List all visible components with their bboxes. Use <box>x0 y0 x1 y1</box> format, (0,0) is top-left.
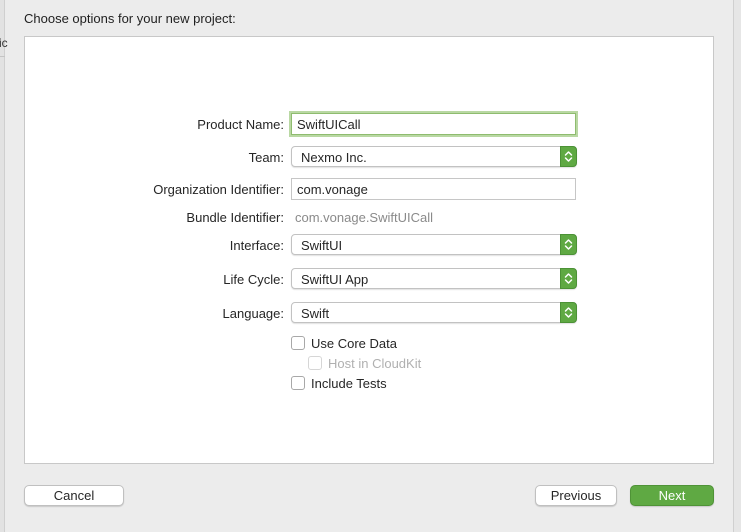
cancel-button[interactable]: Cancel <box>24 485 124 506</box>
host-in-cloudkit-checkbox-row: Host in CloudKit <box>308 355 508 373</box>
background-window-divider <box>0 56 5 57</box>
interface-popup[interactable]: SwiftUI <box>291 234 577 255</box>
language-row: Language: Swift <box>25 302 715 326</box>
bundle-identifier-value: com.vonage.SwiftUICall <box>295 210 433 225</box>
language-label: Language: <box>222 306 284 321</box>
background-window-text-fragment: ic <box>0 36 8 50</box>
team-popup[interactable]: Nexmo Inc. <box>291 146 577 167</box>
options-panel: Product Name: SwiftUICall Team: Nexmo In… <box>24 36 714 464</box>
organization-identifier-label: Organization Identifier: <box>153 182 284 197</box>
sheet-title: Choose options for your new project: <box>24 11 236 26</box>
background-window-edge: ic <box>0 0 8 532</box>
organization-identifier-row: Organization Identifier: com.vonage <box>25 178 715 202</box>
life-cycle-popup[interactable]: SwiftUI App <box>291 268 577 289</box>
interface-label: Interface: <box>229 238 284 253</box>
previous-button[interactable]: Previous <box>535 485 617 506</box>
host-in-cloudkit-checkbox <box>308 356 322 370</box>
up-down-chevron-icon <box>560 146 577 167</box>
use-core-data-checkbox[interactable] <box>291 336 305 350</box>
background-window-edge-right <box>733 0 741 532</box>
product-name-input[interactable]: SwiftUICall <box>291 113 576 135</box>
product-name-label: Product Name: <box>197 117 284 132</box>
include-tests-checkbox-row[interactable]: Include Tests <box>291 375 491 393</box>
bundle-identifier-label: Bundle Identifier: <box>186 210 284 225</box>
host-in-cloudkit-label: Host in CloudKit <box>328 356 422 371</box>
life-cycle-row: Life Cycle: SwiftUI App <box>25 268 715 292</box>
life-cycle-popup-value: SwiftUI App <box>301 272 369 287</box>
life-cycle-label: Life Cycle: <box>223 272 284 287</box>
up-down-chevron-icon <box>560 268 577 289</box>
organization-identifier-input[interactable]: com.vonage <box>291 178 576 200</box>
bundle-identifier-row: Bundle Identifier: com.vonage.SwiftUICal… <box>25 206 715 230</box>
language-popup[interactable]: Swift <box>291 302 577 323</box>
next-button[interactable]: Next <box>630 485 714 506</box>
team-popup-value: Nexmo Inc. <box>301 150 367 165</box>
team-label: Team: <box>248 150 284 165</box>
interface-row: Interface: SwiftUI <box>25 234 715 258</box>
language-popup-value: Swift <box>301 306 330 321</box>
team-row: Team: Nexmo Inc. <box>25 146 715 170</box>
use-core-data-label[interactable]: Use Core Data <box>311 336 397 351</box>
use-core-data-checkbox-row[interactable]: Use Core Data <box>291 335 491 353</box>
up-down-chevron-icon <box>560 302 577 323</box>
include-tests-label[interactable]: Include Tests <box>311 376 387 391</box>
product-name-row: Product Name: SwiftUICall <box>25 113 715 137</box>
interface-popup-value: SwiftUI <box>301 238 343 253</box>
include-tests-checkbox[interactable] <box>291 376 305 390</box>
up-down-chevron-icon <box>560 234 577 255</box>
